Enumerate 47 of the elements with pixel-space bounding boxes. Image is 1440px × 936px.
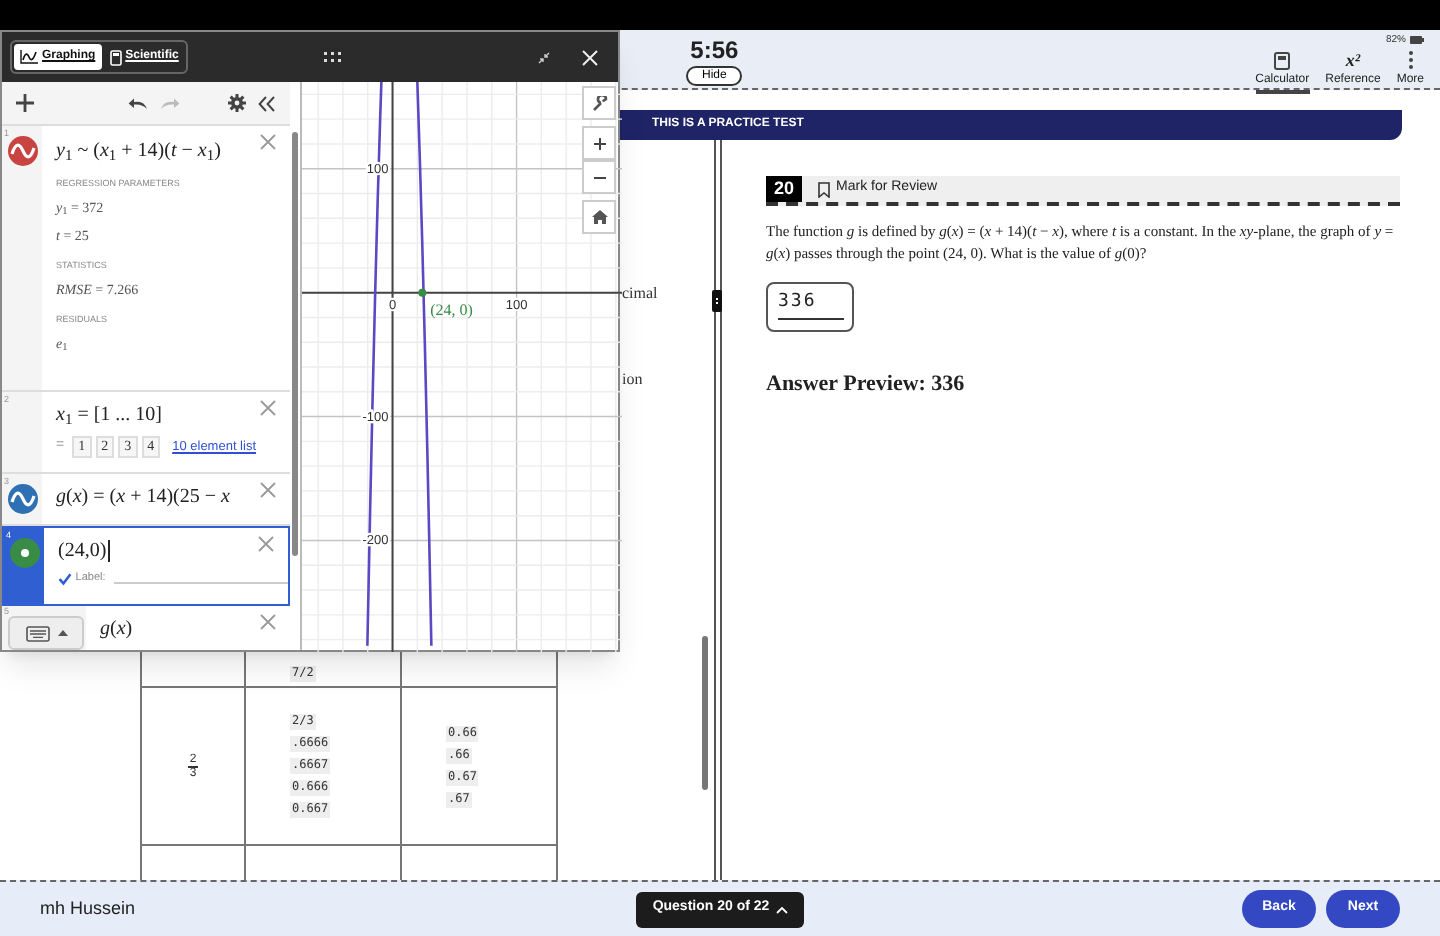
collapse-icon[interactable] bbox=[538, 51, 550, 63]
answer-preview: Answer Preview: 336 bbox=[766, 370, 967, 400]
scrollbar[interactable] bbox=[292, 132, 298, 556]
expression-formula[interactable]: g(x) = (x + 14)(25 − x bbox=[56, 484, 230, 510]
point-label: (24, 0) bbox=[430, 300, 473, 319]
expression-formula[interactable]: (24,0) bbox=[58, 538, 107, 564]
drag-handle-icon[interactable] bbox=[324, 52, 343, 62]
user-name: mh Hussein bbox=[38, 895, 138, 922]
add-icon[interactable] bbox=[16, 94, 34, 112]
wrench-icon bbox=[591, 95, 607, 111]
resize-handle[interactable] bbox=[712, 290, 722, 312]
question-number: 20 bbox=[766, 176, 803, 202]
home-button[interactable] bbox=[582, 200, 616, 234]
clock-time: 5:56 bbox=[690, 36, 739, 64]
collapse-panel-icon[interactable] bbox=[258, 95, 276, 111]
text-cursor bbox=[108, 540, 111, 562]
answer-field[interactable]: 336 bbox=[766, 282, 854, 332]
calculator-icon bbox=[1274, 52, 1291, 70]
point-marker[interactable] bbox=[418, 288, 427, 297]
settings-icon[interactable] bbox=[228, 94, 246, 112]
zoom-out-button[interactable] bbox=[582, 160, 616, 194]
keyboard-button[interactable] bbox=[8, 616, 84, 650]
cut-off-text: ion bbox=[622, 370, 645, 390]
keyboard-icon bbox=[25, 625, 49, 641]
checkbox[interactable] bbox=[58, 571, 72, 586]
caret-icon bbox=[57, 630, 67, 636]
graph-icon bbox=[20, 50, 38, 64]
wrench-button[interactable] bbox=[582, 86, 616, 120]
chevron-up-icon bbox=[775, 905, 788, 913]
bookmark-icon bbox=[818, 181, 831, 197]
calculator-icon bbox=[109, 49, 122, 65]
cut-off-text: cimal bbox=[622, 284, 660, 304]
wave-icon[interactable] bbox=[7, 136, 37, 166]
dot-icon[interactable] bbox=[9, 538, 39, 568]
scrollbar[interactable] bbox=[702, 636, 708, 790]
expression-formula[interactable]: g(x) bbox=[100, 616, 133, 642]
expression-formula[interactable]: y$_{1}$ ~ (x$_{1}$ + 14)(t − x$_{1}$) bbox=[56, 138, 221, 164]
minus-icon bbox=[593, 175, 605, 179]
wave-icon[interactable] bbox=[7, 484, 37, 514]
undo-icon[interactable] bbox=[128, 97, 148, 109]
battery-icon bbox=[1410, 36, 1424, 44]
x-squared-symbol: x² bbox=[1345, 52, 1361, 70]
expression-formula[interactable]: x$_{1}$ = [1 ... 10] bbox=[56, 402, 163, 428]
more-icon bbox=[1407, 50, 1414, 70]
zoom-in-button[interactable] bbox=[582, 126, 616, 160]
plus-icon bbox=[593, 137, 605, 149]
home-icon bbox=[591, 210, 607, 224]
